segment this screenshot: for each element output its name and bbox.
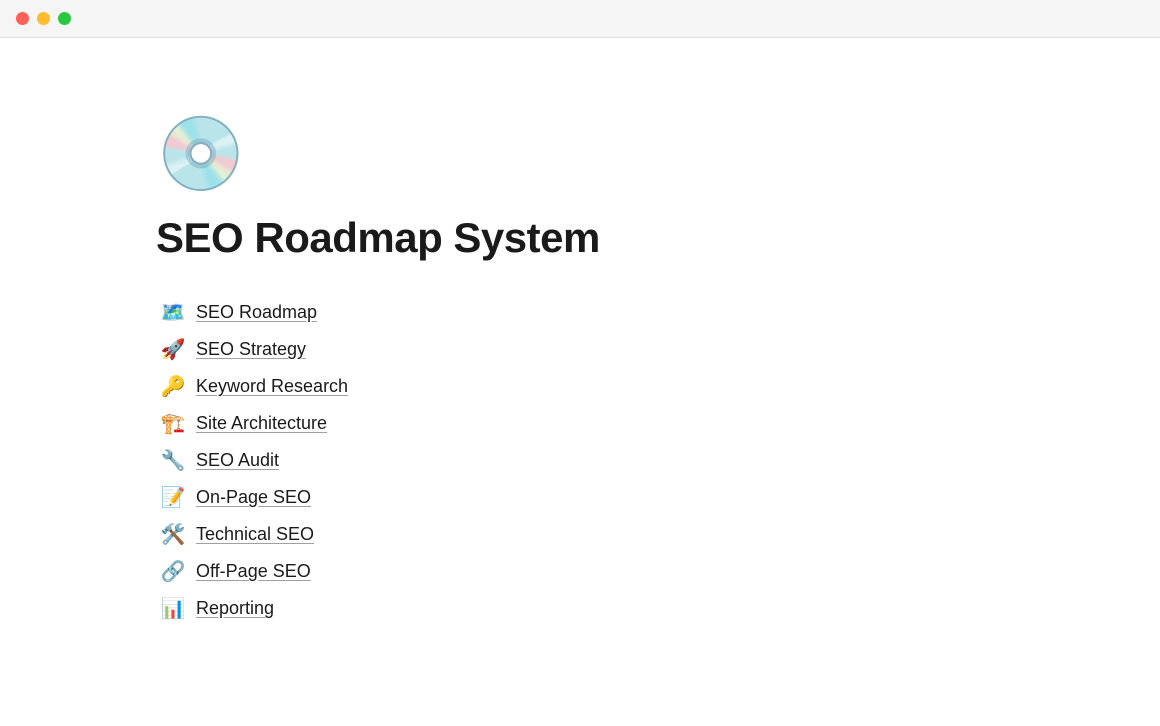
page-title: SEO Roadmap System bbox=[156, 214, 1004, 262]
nav-list: 🗺️ SEO Roadmap 🚀 SEO Strategy 🔑 Keyword Resea… bbox=[156, 294, 1004, 627]
nav-item[interactable]: 🛠️ Technical SEO bbox=[156, 516, 1004, 553]
nav-item-label: SEO Audit bbox=[196, 450, 279, 471]
nav-item[interactable]: 🔑 Keyword Research bbox=[156, 368, 1004, 405]
nav-item[interactable]: 🏗️ Site Architecture bbox=[156, 405, 1004, 442]
nav-item-label: SEO Roadmap bbox=[196, 302, 317, 323]
nav-item-icon: 📊 bbox=[160, 596, 186, 621]
maximize-button[interactable] bbox=[58, 12, 71, 25]
minimize-button[interactable] bbox=[37, 12, 50, 25]
nav-item-label: Site Architecture bbox=[196, 413, 327, 434]
titlebar bbox=[0, 0, 1160, 38]
nav-item-icon: 🔗 bbox=[160, 559, 186, 584]
nav-item[interactable]: 🗺️ SEO Roadmap bbox=[156, 294, 1004, 331]
nav-item-icon: 🚀 bbox=[160, 337, 186, 362]
nav-item[interactable]: 🚀 SEO Strategy bbox=[156, 331, 1004, 368]
nav-item-icon: 🏗️ bbox=[160, 411, 186, 436]
close-button[interactable] bbox=[16, 12, 29, 25]
nav-item[interactable]: 📝 On-Page SEO bbox=[156, 479, 1004, 516]
nav-item-icon: 📝 bbox=[160, 485, 186, 510]
nav-item[interactable]: 📊 Reporting bbox=[156, 590, 1004, 627]
main-content: 💿 SEO Roadmap System 🗺️ SEO Roadmap 🚀 SEO S… bbox=[0, 38, 1160, 726]
nav-item[interactable]: 🔧 SEO Audit bbox=[156, 442, 1004, 479]
nav-item[interactable]: 🔗 Off-Page SEO bbox=[156, 553, 1004, 590]
nav-item-icon: 🗺️ bbox=[160, 300, 186, 325]
page-icon: 💿 bbox=[156, 118, 1004, 190]
nav-item-label: Reporting bbox=[196, 598, 274, 619]
nav-item-label: On-Page SEO bbox=[196, 487, 311, 508]
nav-item-label: SEO Strategy bbox=[196, 339, 306, 360]
nav-item-icon: 🔑 bbox=[160, 374, 186, 399]
nav-item-icon: 🔧 bbox=[160, 448, 186, 473]
nav-item-label: Keyword Research bbox=[196, 376, 348, 397]
nav-item-icon: 🛠️ bbox=[160, 522, 186, 547]
nav-item-label: Off-Page SEO bbox=[196, 561, 311, 582]
nav-item-label: Technical SEO bbox=[196, 524, 314, 545]
